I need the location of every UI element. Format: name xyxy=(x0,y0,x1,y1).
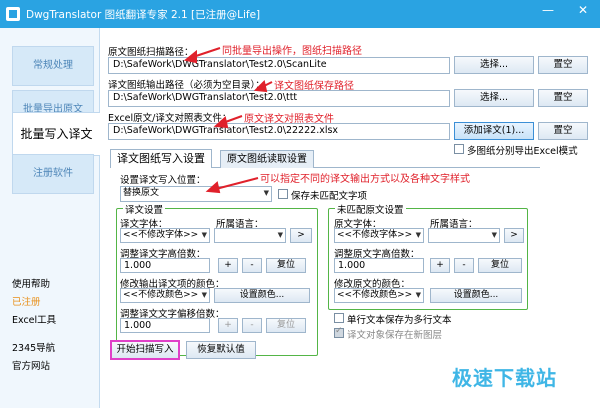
minimize-button[interactable]: — xyxy=(534,0,562,22)
write-position-select[interactable]: 替换原文 ▼ xyxy=(120,186,272,202)
chevron-down-icon: ▼ xyxy=(277,231,283,239)
main-panel: 原文图纸扫描路径： 同批量导出操作，图纸扫描路径 D:\SafeWork\DWG… xyxy=(100,28,600,408)
trans-color-select[interactable]: <<不修改颜色>> ▼ xyxy=(120,288,210,303)
registered-link[interactable]: 已注册 xyxy=(12,294,41,308)
output-browse-button[interactable]: 选择... xyxy=(454,89,534,107)
tab-write-settings[interactable]: 译文图纸写入设置 xyxy=(110,149,212,168)
write-position-label: 设置译文写入位置： xyxy=(120,175,206,186)
unm-height-reset-button[interactable]: 复位 xyxy=(478,258,522,273)
chevron-down-icon: ▼ xyxy=(415,291,421,299)
help-link[interactable]: 使用帮助 xyxy=(12,276,50,290)
trans-font-select[interactable]: <<不修改字体>> ▼ xyxy=(120,228,210,243)
annotation-styles: 可以指定不同的译文输出方式以及各种文字样式 xyxy=(260,174,470,185)
output-path-input[interactable]: D:\SafeWork\DWGTranslator\Test2.0\ttt xyxy=(108,90,450,107)
unm-height-plus-button[interactable]: + xyxy=(430,258,450,273)
window-title: DwgTranslator 图纸翻译专家 2.1 [已注册@Life] xyxy=(26,9,261,21)
unm-font-value: <<不修改字体>> xyxy=(337,230,413,240)
unm-lang-select[interactable]: ▼ xyxy=(428,228,500,243)
nav-2345-link[interactable]: 2345导航 xyxy=(12,340,55,354)
trans-height-plus-button[interactable]: + xyxy=(218,258,238,273)
excel-path-label: Excel原文/译文对照表文件： xyxy=(108,113,232,124)
add-translation-button[interactable]: 添加译文(1)... xyxy=(454,122,534,140)
unm-height-input[interactable]: 1.000 xyxy=(334,258,424,273)
single-to-multi-label: 单行文本保存为多行文本 xyxy=(347,315,452,326)
output-clear-button[interactable]: 置空 xyxy=(538,89,588,107)
chevron-down-icon: ▼ xyxy=(201,231,207,239)
sidebar: 常规处理 批量导出原文 批量写入译文 注册软件 使用帮助 已注册 Excel工具… xyxy=(0,28,101,408)
trans-offset-plus-button[interactable]: + xyxy=(218,318,238,333)
sidebar-tab-general[interactable]: 常规处理 xyxy=(12,46,94,86)
tab-read-settings[interactable]: 原文图纸读取设置 xyxy=(220,150,314,168)
excel-path-input[interactable]: D:\SafeWork\DWGTranslator\Test2.0\22222.… xyxy=(108,123,450,140)
chevron-down-icon: ▼ xyxy=(263,189,269,197)
start-scan-write-button[interactable]: 开始扫描写入 xyxy=(110,340,180,360)
settings-tabbar: 译文图纸写入设置 原文图纸读取设置 xyxy=(110,149,540,168)
title-bar: DwgTranslator 图纸翻译专家 2.1 [已注册@Life] — ✕ xyxy=(0,0,600,28)
scan-browse-button[interactable]: 选择... xyxy=(454,56,534,74)
output-path-label: 译文图纸输出路径（必须为空目录）： xyxy=(108,80,265,91)
excel-tool-link[interactable]: Excel工具 xyxy=(12,312,56,326)
sidebar-tab-register[interactable]: 注册软件 xyxy=(12,154,94,194)
trans-offset-reset-button[interactable]: 复位 xyxy=(266,318,306,333)
trans-font-apply-button[interactable]: > xyxy=(290,228,312,243)
chevron-down-icon: ▼ xyxy=(415,231,421,239)
unm-font-select[interactable]: <<不修改字体>> ▼ xyxy=(334,228,424,243)
write-position-value: 替换原文 xyxy=(123,188,160,198)
excel-clear-button[interactable]: 置空 xyxy=(538,122,588,140)
chevron-down-icon: ▼ xyxy=(201,291,207,299)
unm-color-select[interactable]: <<不修改颜色>> ▼ xyxy=(334,288,424,303)
unm-color-value: <<不修改颜色>> xyxy=(337,290,413,300)
unm-set-color-button[interactable]: 设置颜色... xyxy=(430,288,522,303)
annotation-scan: 同批量导出操作，图纸扫描路径 xyxy=(222,46,362,57)
trans-set-color-button[interactable]: 设置颜色... xyxy=(214,288,310,303)
trans-color-value: <<不修改颜色>> xyxy=(123,290,199,300)
save-new-layer-checkbox[interactable] xyxy=(334,326,344,338)
trans-offset-input[interactable]: 1.000 xyxy=(120,318,210,333)
app-icon xyxy=(6,7,20,21)
trans-height-input[interactable]: 1.000 xyxy=(120,258,210,273)
translation-settings-legend: 译文设置 xyxy=(123,202,166,216)
keep-unmatched-checkbox[interactable] xyxy=(278,189,288,199)
unm-font-apply-button[interactable]: > xyxy=(504,228,524,243)
trans-offset-minus-button[interactable]: - xyxy=(242,318,262,333)
close-button[interactable]: ✕ xyxy=(566,0,600,22)
keep-unmatched-label: 保存未匹配文字项 xyxy=(291,191,368,202)
single-to-multi-checkbox[interactable] xyxy=(334,313,344,323)
sidebar-tab-batch-write[interactable]: 批量写入译文 xyxy=(12,112,101,156)
watermark-logo: 极速下载站 xyxy=(452,366,557,390)
scan-path-input[interactable]: D:\SafeWork\DWGTranslator\Test2.0\ScanLi… xyxy=(108,57,450,74)
unm-height-minus-button[interactable]: - xyxy=(454,258,474,273)
official-site-link[interactable]: 官方网站 xyxy=(12,358,50,372)
trans-font-value: <<不修改字体>> xyxy=(123,230,199,240)
scan-clear-button[interactable]: 置空 xyxy=(538,56,588,74)
chevron-down-icon: ▼ xyxy=(491,231,497,239)
restore-defaults-button[interactable]: 恢复默认值 xyxy=(186,341,256,359)
trans-height-reset-button[interactable]: 复位 xyxy=(266,258,306,273)
unmatched-settings-legend: 未匹配原文设置 xyxy=(335,202,406,216)
scan-path-label: 原文图纸扫描路径： xyxy=(108,47,194,58)
trans-height-minus-button[interactable]: - xyxy=(242,258,262,273)
save-new-layer-label: 译文对象保存在新图层 xyxy=(347,330,443,341)
trans-lang-select[interactable]: ▼ xyxy=(214,228,286,243)
